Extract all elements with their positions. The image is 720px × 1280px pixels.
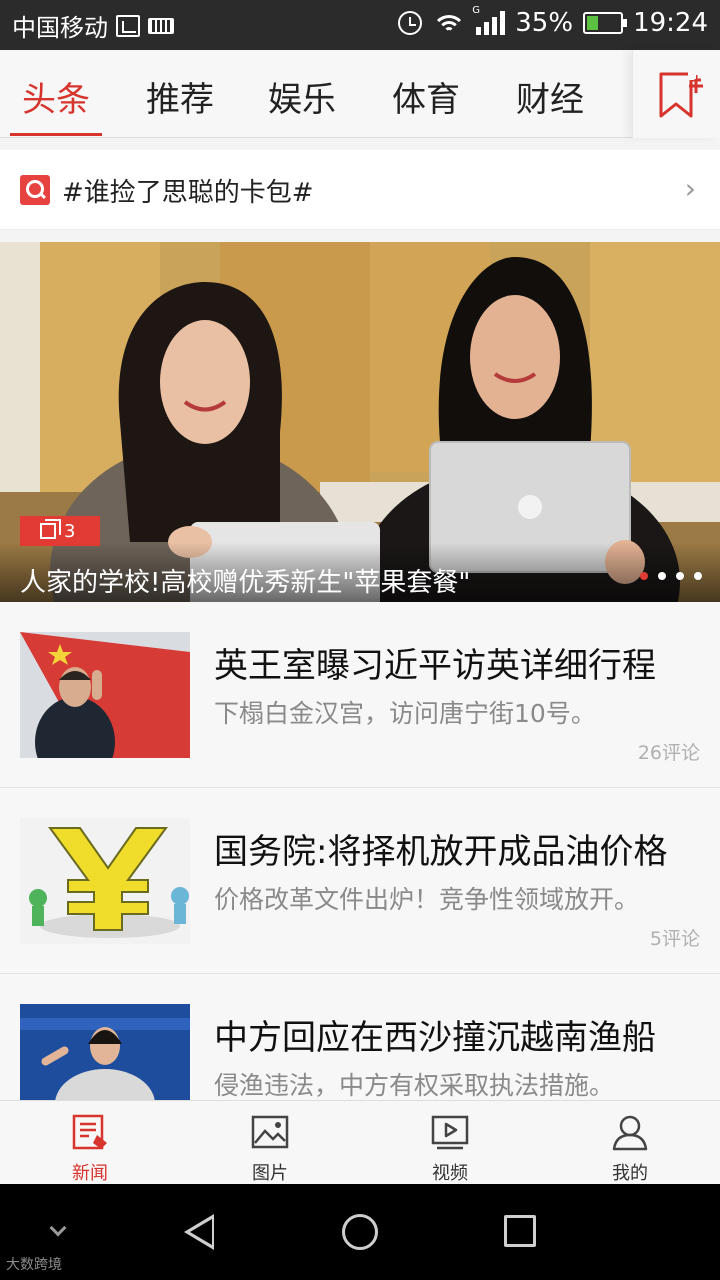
profile-icon <box>612 1115 648 1151</box>
carousel-dot <box>694 572 702 580</box>
channel-tab-bar: 头条 推荐 娱乐 体育 财经 <box>0 50 720 138</box>
nav-pictures[interactable]: 图片 <box>180 1101 360 1185</box>
home-button[interactable] <box>342 1214 378 1250</box>
hot-topic-text: #谁捡了思聪的卡包# <box>62 178 314 208</box>
system-nav-bar: 大数跨境 <box>0 1184 720 1280</box>
nav-profile[interactable]: 我的 <box>540 1101 720 1185</box>
network-type: G <box>472 5 481 16</box>
chevron-right-icon: › <box>684 172 696 205</box>
nav-label: 图片 <box>252 1163 288 1184</box>
carousel-dot <box>640 572 648 580</box>
alarm-icon <box>398 11 423 35</box>
nav-news[interactable]: 新闻 <box>0 1101 180 1185</box>
battery-percent: 35% <box>515 8 574 38</box>
news-title: 英王室曝习近平访英详细行程 <box>214 646 656 686</box>
wifi-icon <box>432 11 467 35</box>
recent-apps-button[interactable] <box>504 1215 536 1247</box>
news-summary: 侵渔违法，中方有权采取执法措施。 <box>214 1071 615 1100</box>
watermark: 大数跨境 <box>6 1257 62 1273</box>
tab-entertainment[interactable]: 娱乐 <box>268 72 336 121</box>
signal-icon: G <box>472 5 506 35</box>
video-icon <box>431 1115 469 1150</box>
gallery-icon <box>40 519 61 539</box>
battery-icon <box>583 12 628 34</box>
bottom-nav: 新闻 图片 视频 我的 <box>0 1100 720 1184</box>
nav-label: 新闻 <box>72 1163 108 1184</box>
tab-headlines[interactable]: 头条 <box>22 72 90 121</box>
hot-topic-bar[interactable]: #谁捡了思聪的卡包# › <box>0 150 720 230</box>
gallery-count: 3 <box>64 520 76 542</box>
comment-count: 5评论 <box>649 928 700 950</box>
news-title: 中方回应在西沙撞沉越南渔船 <box>214 1018 656 1058</box>
nav-label: 我的 <box>612 1163 648 1184</box>
search-icon <box>20 175 50 205</box>
keyboard-icon <box>148 17 174 34</box>
status-left: 中国移动 <box>12 8 174 43</box>
news-thumbnail <box>20 632 190 758</box>
nav-video[interactable]: 视频 <box>360 1101 540 1185</box>
tab-sports[interactable]: 体育 <box>392 72 460 121</box>
clock: 19:24 <box>633 8 708 38</box>
tab-finance[interactable]: 财经 <box>516 72 584 121</box>
news-item[interactable]: 国务院:将择机放开成品油价格 价格改革文件出炉！竞争性领域放开。 5评论 <box>0 788 720 974</box>
news-title: 国务院:将择机放开成品油价格 <box>214 832 668 872</box>
active-tab-indicator <box>10 133 102 136</box>
news-summary: 价格改革文件出炉！竞争性领域放开。 <box>214 885 640 914</box>
status-right: G 35% 19:24 <box>398 5 708 38</box>
news-item[interactable]: 中方回应在西沙撞沉越南渔船 侵渔违法，中方有权采取执法措施。 <box>0 974 720 1100</box>
picture-icon <box>251 1115 289 1149</box>
comment-count: 26评论 <box>637 742 700 764</box>
news-item[interactable]: 英王室曝习近平访英详细行程 下榻白金汉宫，访问唐宁街10号。 26评论 <box>0 602 720 788</box>
tab-recommended[interactable]: 推荐 <box>146 72 214 121</box>
status-bar: 中国移动 G 35% 19:24 <box>0 0 720 50</box>
hero-carousel[interactable]: 3 人家的学校!高校赠优秀新生"苹果套餐" <box>0 242 720 602</box>
bookmark-plus-icon <box>659 72 703 118</box>
news-summary: 下榻白金汉宫，访问唐宁街10号。 <box>214 699 596 728</box>
nav-label: 视频 <box>432 1163 468 1184</box>
news-icon <box>72 1114 107 1150</box>
hero-title[interactable]: 人家的学校!高校赠优秀新生"苹果套餐" <box>20 562 470 599</box>
news-thumbnail <box>20 818 190 944</box>
carousel-dot <box>658 572 666 580</box>
carousel-dot <box>676 572 684 580</box>
back-button[interactable] <box>184 1214 214 1250</box>
news-thumbnail <box>20 1004 190 1100</box>
carrier-label: 中国移动 <box>12 14 108 42</box>
add-channel-button[interactable] <box>632 50 720 138</box>
screenshot-icon <box>116 14 140 37</box>
gallery-count-badge: 3 <box>20 516 100 546</box>
chevron-down-icon[interactable] <box>49 1219 67 1237</box>
carousel-indicator <box>640 572 702 580</box>
